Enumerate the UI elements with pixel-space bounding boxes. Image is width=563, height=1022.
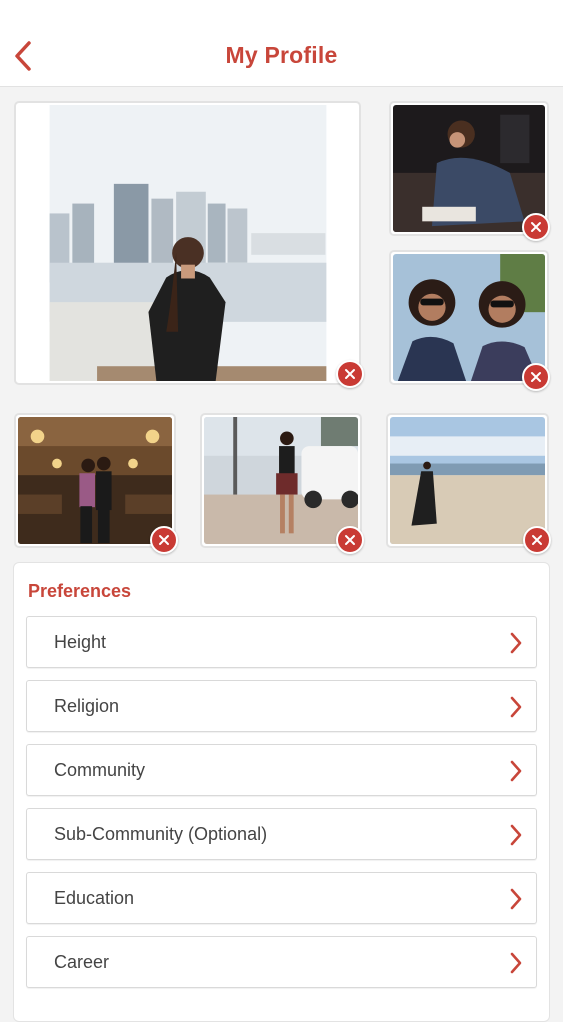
remove-photo-button[interactable] — [150, 526, 178, 554]
preference-label: Sub-Community (Optional) — [54, 824, 268, 844]
photo-image — [204, 417, 358, 544]
preferences-card: Preferences Height Religion Community Su… — [13, 562, 550, 1022]
chevron-right-icon — [510, 632, 522, 654]
photo-image — [18, 105, 357, 381]
preference-label: Education — [54, 888, 135, 908]
remove-photo-button[interactable] — [336, 360, 364, 388]
photo-image — [18, 417, 172, 544]
remove-photo-button[interactable] — [336, 526, 364, 554]
chevron-right-icon — [510, 760, 522, 782]
remove-photo-button[interactable] — [522, 363, 550, 391]
profile-photo[interactable] — [14, 413, 178, 554]
preference-label: Height — [54, 632, 107, 652]
profile-photo[interactable] — [389, 101, 550, 241]
photo-image — [393, 254, 545, 381]
preference-item-community[interactable]: Community — [26, 744, 537, 796]
profile-photo[interactable] — [389, 250, 550, 391]
photo-image — [393, 105, 545, 232]
preference-item-religion[interactable]: Religion — [26, 680, 537, 732]
close-x-icon — [345, 535, 355, 545]
app-header: My Profile — [0, 0, 563, 87]
close-x-icon — [532, 535, 542, 545]
profile-photo[interactable] — [386, 413, 551, 554]
preference-item-height[interactable]: Height — [26, 616, 537, 668]
remove-photo-button[interactable] — [523, 526, 551, 554]
page-title: My Profile — [225, 42, 338, 68]
chevron-right-icon — [510, 696, 522, 718]
preference-label: Religion — [54, 696, 120, 716]
remove-photo-button[interactable] — [522, 213, 550, 241]
chevron-right-icon — [510, 888, 522, 910]
preferences-title: Preferences — [28, 581, 132, 601]
close-x-icon — [531, 372, 541, 382]
chevron-right-icon — [510, 952, 522, 974]
preference-item-career[interactable]: Career — [26, 936, 537, 988]
preference-label: Career — [54, 952, 110, 972]
preference-item-education[interactable]: Education — [26, 872, 537, 924]
close-x-icon — [345, 369, 355, 379]
close-x-icon — [159, 535, 169, 545]
photo-image — [390, 417, 545, 544]
profile-photo[interactable] — [200, 413, 364, 554]
preference-label: Community — [54, 760, 146, 780]
chevron-right-icon — [510, 824, 522, 846]
close-x-icon — [531, 222, 541, 232]
preference-item-sub-community[interactable]: Sub-Community (Optional) — [26, 808, 537, 860]
profile-photo-main[interactable] — [14, 101, 364, 388]
